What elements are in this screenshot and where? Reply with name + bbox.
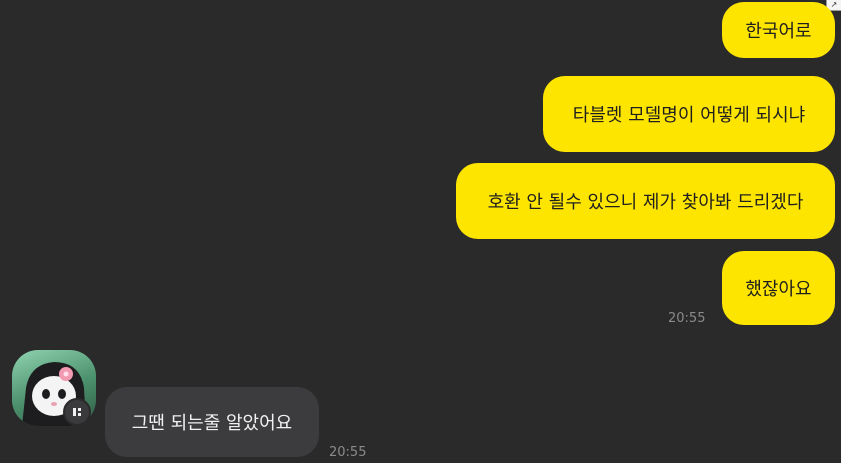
message-bubble-sent[interactable]: 했잖아요	[722, 251, 835, 325]
message-bubble-sent[interactable]: 한국어로	[722, 2, 835, 58]
message-timestamp: 20:55	[329, 445, 367, 460]
message-timestamp: 20:55	[668, 311, 706, 326]
message-bubble-received[interactable]: 그땐 되는줄 알았어요	[105, 387, 319, 457]
profile-badge-icon[interactable]	[63, 398, 91, 426]
message-bubble-sent[interactable]: 타블렛 모델명이 어떻게 되시냐	[543, 76, 835, 152]
message-bubble-sent[interactable]: 호환 안 될수 있으니 제가 찾아봐 드리겠다	[456, 163, 835, 239]
chat-window: ↗ 한국어로 타블렛 모델명이 어떻게 되시냐 호환 안 될수 있으니 제가 찾…	[0, 0, 841, 463]
